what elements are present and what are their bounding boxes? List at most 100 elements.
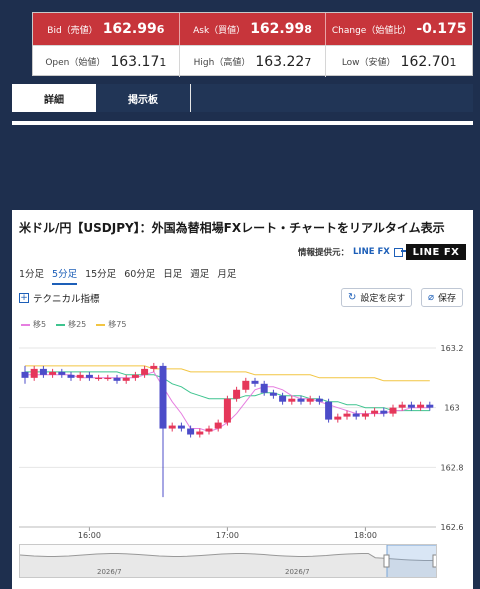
ma75-line xyxy=(25,365,430,382)
high-label: High（高値） xyxy=(193,58,251,68)
chart-legend: 移5 移25 移75 xyxy=(21,319,126,330)
candle-body xyxy=(251,380,259,384)
open-value: 163.171 xyxy=(110,53,167,70)
external-link-icon[interactable] xyxy=(393,247,406,257)
candle-body xyxy=(398,404,406,408)
divider xyxy=(12,121,473,125)
candle-body xyxy=(334,416,342,420)
candle-body xyxy=(150,365,158,369)
tab-board[interactable]: 掲示板 xyxy=(96,84,191,112)
period-tab[interactable]: 日足 xyxy=(163,266,182,285)
candle-body xyxy=(196,431,204,435)
candle-body xyxy=(407,404,415,408)
candle-body xyxy=(58,371,66,375)
candle-body xyxy=(85,374,93,378)
page-title: 米ドル/円【USDJPY】：外国為替相場FXレート・チャートをリアルタイム表示 xyxy=(19,221,445,235)
tab-bar: 詳細 掲示板 xyxy=(12,84,473,112)
x-tick-label: 16:00 xyxy=(78,531,101,540)
candle-body xyxy=(141,368,149,375)
candle-body xyxy=(343,413,351,417)
y-tick-label: 163.2 xyxy=(441,344,464,353)
x-tick-label: 17:00 xyxy=(216,531,239,540)
candlestick-chart[interactable]: 163.2 163 162.8 162.6 16:00 17:00 18:00 xyxy=(12,335,473,545)
legend-label: 移25 xyxy=(68,320,87,329)
x-tick-label: 18:00 xyxy=(354,531,377,540)
technical-indicators-toggle[interactable]: + テクニカル指標 xyxy=(19,291,100,305)
candle-body xyxy=(39,368,47,375)
refresh-icon: ↻ xyxy=(348,292,357,303)
legend-item[interactable]: 移75 xyxy=(96,319,126,330)
candle-body xyxy=(214,422,222,429)
tab-details[interactable]: 詳細 xyxy=(12,84,96,112)
low-label: Low（安値） xyxy=(341,58,396,68)
candle-body xyxy=(168,425,176,429)
legend-swatch xyxy=(96,323,106,326)
save-button[interactable]: ⌀ 保存 xyxy=(421,288,464,307)
high-value: 163.227 xyxy=(255,53,312,70)
candle-body xyxy=(21,371,29,378)
plus-icon: + xyxy=(19,293,29,303)
candle-body xyxy=(315,398,323,402)
candle-body xyxy=(122,377,130,381)
period-tab[interactable]: 月足 xyxy=(217,266,236,285)
candle-body xyxy=(417,404,425,408)
candle-body xyxy=(288,398,296,402)
candle-body xyxy=(297,398,305,402)
bid-label: Bid（売値） xyxy=(47,25,98,36)
ask-value: 162.998 xyxy=(250,21,312,37)
candle-body xyxy=(30,368,38,378)
period-tab[interactable]: 60分足 xyxy=(124,266,155,285)
line-fx-logo[interactable]: LINE FX xyxy=(406,244,466,260)
change-cell: Change（始値比） -0.175 xyxy=(326,13,473,45)
bid-cell: Bid（売値） 162.996 xyxy=(33,13,180,45)
legend-item[interactable]: 移5 xyxy=(21,319,46,330)
candle-body xyxy=(306,398,314,402)
y-tick-label: 162.6 xyxy=(441,523,464,532)
paperclip-icon: ⌀ xyxy=(428,292,435,303)
navigator-window xyxy=(386,545,436,577)
candle-body xyxy=(389,407,397,414)
high-cell: High（高値） 163.227 xyxy=(179,45,327,77)
period-tab[interactable]: 週足 xyxy=(190,266,209,285)
candle-body xyxy=(352,413,360,417)
legend-item[interactable]: 移25 xyxy=(56,319,86,330)
navigator-date-label: 2026/7 xyxy=(285,568,310,576)
period-tabs: 1分足 5分足 15分足 60分足 日足 週足 月足 xyxy=(19,266,236,285)
y-tick-label: 163 xyxy=(444,404,459,413)
candle-body xyxy=(104,377,112,380)
candle-body xyxy=(113,377,121,381)
candle-body xyxy=(67,374,75,378)
quote-panel: Bid（売値） 162.996 Ask（買値） 162.998 Change（始… xyxy=(32,12,473,77)
low-value: 162.701 xyxy=(400,53,457,70)
period-tab[interactable]: 1分足 xyxy=(19,266,44,285)
candle-body xyxy=(269,392,277,396)
period-tab[interactable]: 15分足 xyxy=(85,266,116,285)
candle-body xyxy=(279,395,287,402)
tab-bar-filler xyxy=(191,84,473,112)
technical-label: テクニカル指標 xyxy=(33,294,100,305)
bid-value: 162.996 xyxy=(102,21,165,37)
legend-swatch xyxy=(56,323,66,326)
period-tab[interactable]: 5分足 xyxy=(52,266,78,285)
source-label: 情報提供元： xyxy=(298,248,350,258)
navigator-handle-right xyxy=(432,554,436,568)
candle-body xyxy=(325,401,333,420)
y-tick-label: 162.8 xyxy=(441,463,464,472)
candle-body xyxy=(371,410,379,414)
candle-body xyxy=(233,389,241,399)
chart-navigator[interactable]: 2026/7 2026/7 xyxy=(19,544,437,578)
legend-swatch xyxy=(21,323,30,326)
reset-settings-button[interactable]: ↻ 設定を戻す xyxy=(341,288,413,307)
source-link[interactable]: LINE FX xyxy=(353,247,390,257)
ask-cell: Ask（買値） 162.998 xyxy=(179,13,327,45)
navigator-date-label: 2026/7 xyxy=(97,568,122,576)
chart-panel: 米ドル/円【USDJPY】：外国為替相場FXレート・チャートをリアルタイム表示 … xyxy=(12,210,473,589)
change-value: -0.175 xyxy=(416,21,467,37)
candle-body xyxy=(223,398,231,423)
ask-label: Ask（買値） xyxy=(193,25,246,36)
legend-label: 移75 xyxy=(108,320,127,329)
save-label: 保存 xyxy=(438,294,457,304)
candle-body xyxy=(242,380,250,390)
open-cell: Open（始値） 163.171 xyxy=(33,45,180,77)
open-label: Open（始値） xyxy=(45,58,106,68)
